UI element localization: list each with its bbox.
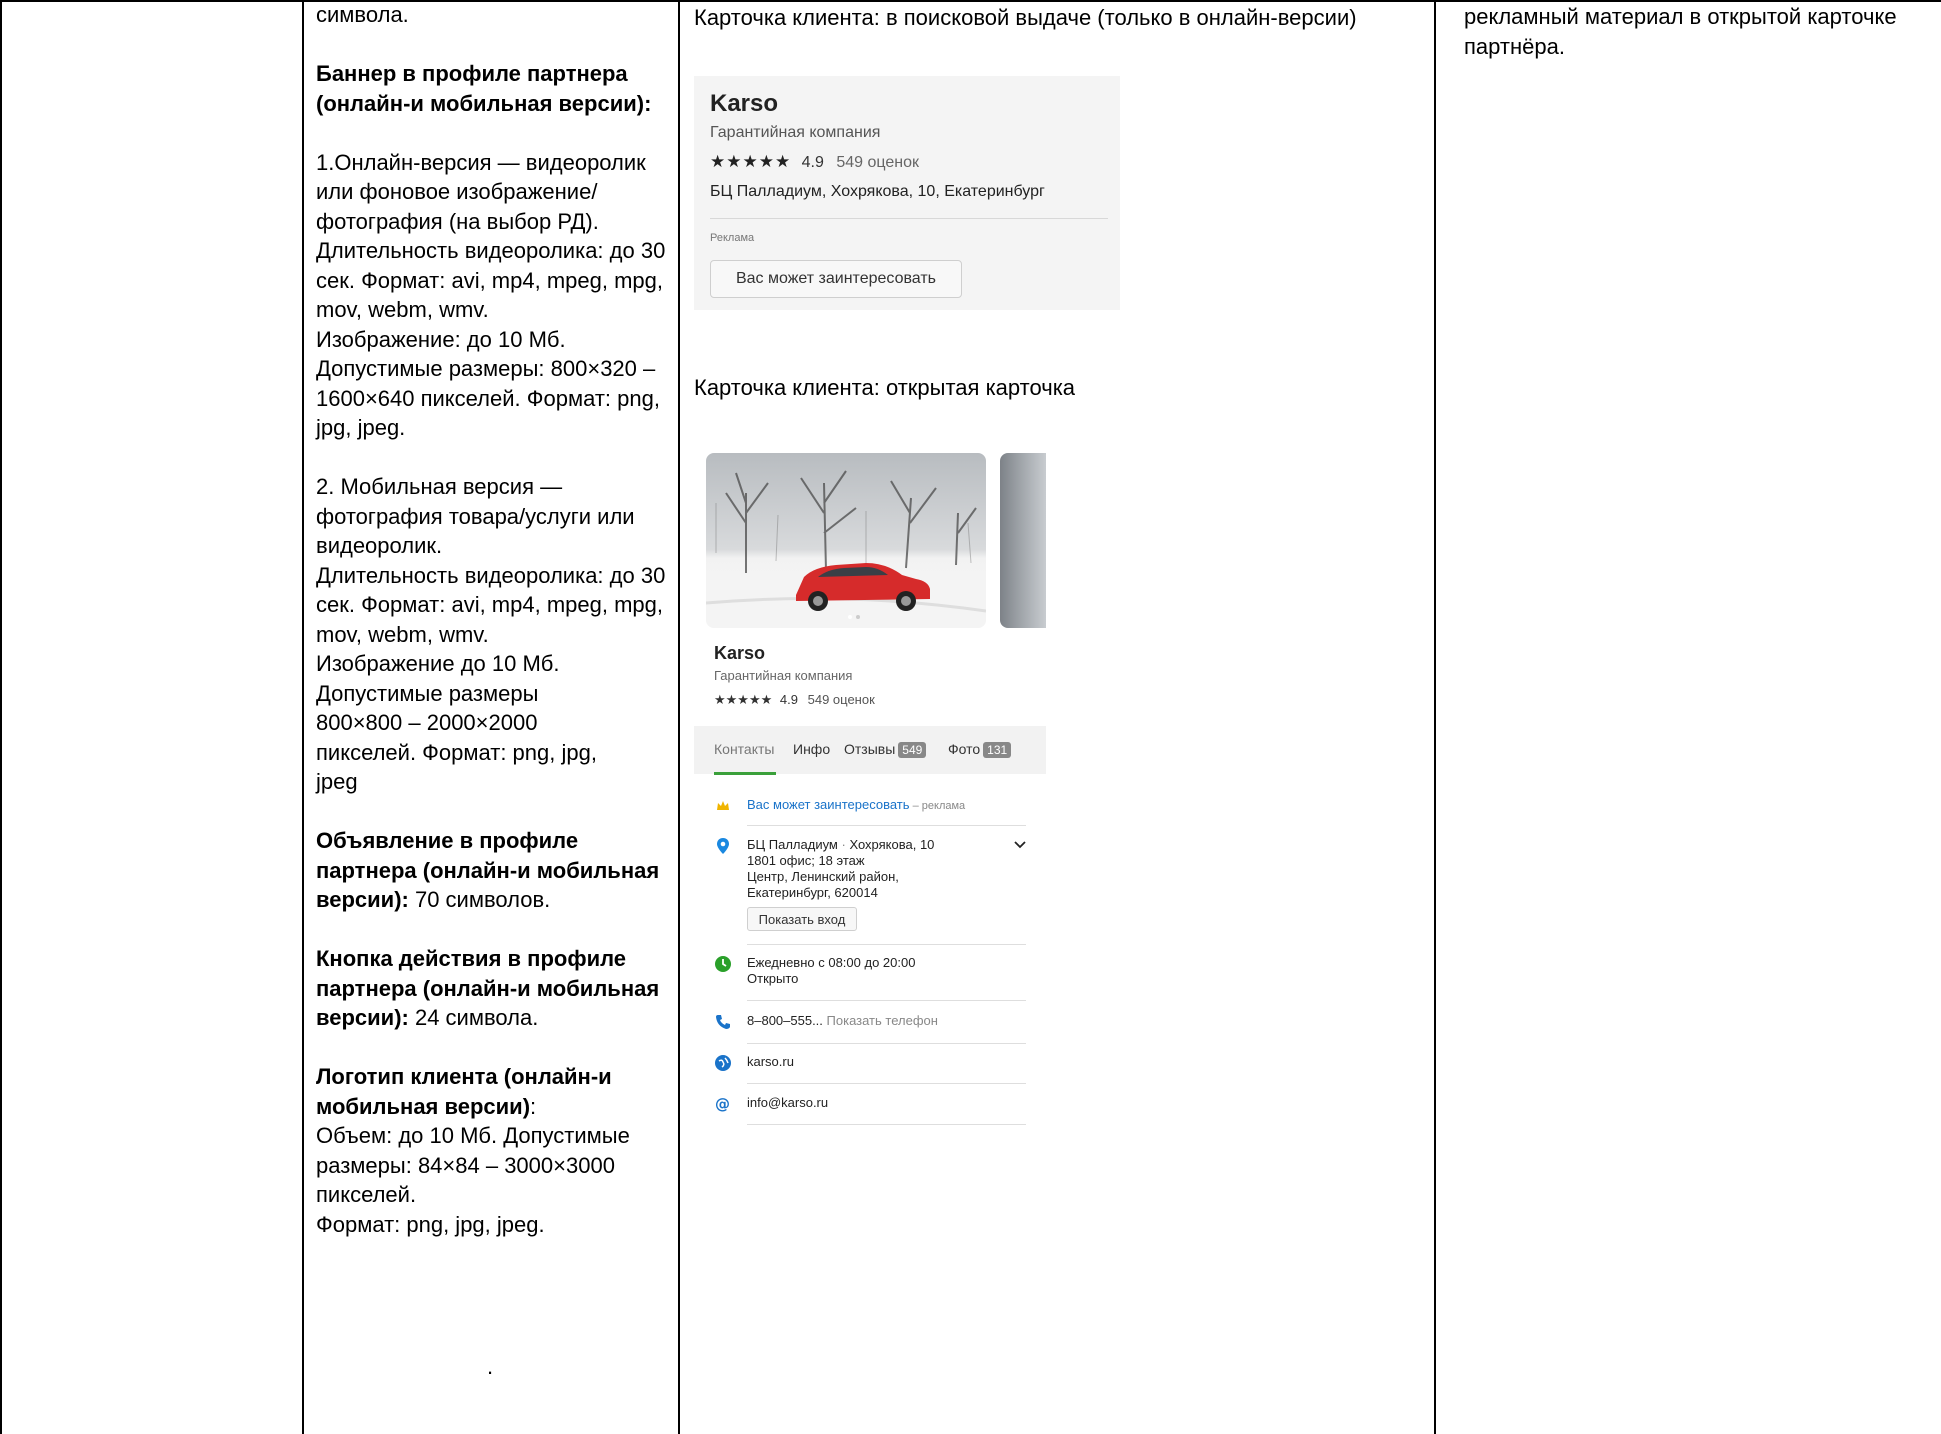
card-tabs: Контакты Инфо Отзывы 549 Фото 131	[694, 726, 1046, 774]
address-street: Хохрякова, 10	[849, 837, 935, 852]
tab-reviews-label: Отзывы	[844, 741, 896, 757]
online-video-text: Длительность видеоролика: до 30 сек. Фор…	[316, 238, 666, 322]
show-phone-link[interactable]: Показать телефон	[823, 1013, 938, 1028]
star-rating-icon: ★★★★★	[710, 152, 792, 171]
top-fragment: символа.	[316, 2, 409, 27]
interest-button[interactable]: Вас может заинтересовать	[710, 260, 962, 298]
caption-open-card: Карточка клиента: открытая карточка	[694, 375, 1076, 400]
logo-format-text: Формат: png, jpg, jpeg.	[316, 1211, 545, 1237]
reviews-count: 549 оценок	[807, 692, 875, 707]
divider	[747, 1000, 1026, 1001]
promo-row[interactable]: Вас может заинтересовать – реклама	[714, 797, 1026, 827]
caption-search-card: Карточка клиента: в поисковой выдаче (то…	[694, 5, 1357, 30]
ad-requirement: Объявление в профиле партнера (онлайн-и …	[316, 826, 672, 915]
tab-photos[interactable]: Фото 131	[948, 741, 1012, 758]
tab-contacts[interactable]: Контакты	[714, 741, 774, 757]
phone-icon	[716, 1015, 730, 1029]
rating-value: 4.9	[779, 692, 798, 707]
address-district: Центр, Ленинский район,	[747, 869, 899, 884]
address-office: 1801 офис; 18 этаж	[747, 853, 865, 868]
divider	[747, 1124, 1026, 1125]
tab-reviews[interactable]: Отзывы 549	[844, 741, 927, 758]
active-tab-indicator	[714, 772, 776, 775]
clock-icon	[715, 956, 731, 972]
reviews-badge: 549	[898, 742, 927, 758]
banner-heading: Баннер в профиле партнера (онлайн-и моби…	[316, 61, 652, 116]
reviews-count: 549 оценок	[836, 154, 920, 171]
mobile-video-text: Длительность видеоролика: до 30 сек. Фор…	[316, 562, 666, 647]
divider	[747, 1083, 1026, 1084]
button-requirement: Кнопка действия в профиле партнера (онла…	[316, 944, 672, 1033]
photos-badge: 131	[983, 742, 1012, 758]
table-border-left	[0, 0, 2, 1434]
email-row[interactable]: @ info@karso.ru	[714, 1095, 1026, 1129]
location-pin-icon	[717, 838, 729, 854]
chevron-down-icon[interactable]	[1014, 841, 1026, 849]
search-card-address: БЦ Палладиум, Хохрякова, 10, Екатеринбур…	[710, 183, 1045, 200]
divider	[747, 944, 1026, 945]
open-card-category: Гарантийная компания	[714, 668, 853, 683]
email-link[interactable]: info@karso.ru	[747, 1095, 828, 1111]
website-row[interactable]: karso.ru	[714, 1054, 1026, 1088]
table-column-divider-1	[302, 0, 304, 1434]
right-column-text: рекламный материал в открытой карточке п…	[1464, 4, 1897, 59]
at-sign-icon: @	[715, 1095, 730, 1113]
svg-text:@: @	[715, 1095, 730, 1113]
divider	[747, 825, 1026, 826]
open-status: Открыто	[747, 971, 799, 986]
rating-value: 4.9	[801, 154, 824, 171]
promo-link[interactable]: Вас может заинтересовать	[747, 797, 910, 812]
mobile-version-text: 2. Мобильная версия — фотография товара/…	[316, 474, 635, 558]
online-version-text: 1.Онлайн-версия — видеоролик или фоновое…	[316, 149, 646, 234]
logo-heading: Логотип клиента (онлайн-и мобильная верс…	[316, 1064, 612, 1119]
logo-colon: :	[530, 1093, 537, 1119]
phone-number: 8–800–555...	[747, 1013, 823, 1028]
address-city: Екатеринбург, 620014	[747, 885, 878, 900]
crown-icon	[717, 801, 729, 810]
promo-suffix: – реклама	[909, 800, 966, 812]
ad-value: 70 символов.	[408, 887, 551, 912]
open-card-rating: ★★★★★ 4.9 549 оценок	[714, 692, 875, 708]
tab-photos-label: Фото	[948, 741, 981, 757]
search-result-card: Karso Гарантийная компания ★★★★★ 4.9 549…	[694, 76, 1120, 310]
trailing-dot: .	[487, 1354, 494, 1379]
logo-requirement: Логотип клиента (онлайн-и мобильная верс…	[316, 1062, 672, 1121]
card-photo-car[interactable]	[706, 453, 986, 628]
button-value: 24 символа.	[408, 1005, 539, 1030]
logo-size-text: Объем: до 10 Мб. Допустимые размеры: 84×…	[316, 1123, 630, 1207]
star-rating-icon: ★★★★★	[714, 692, 773, 707]
table-column-divider-2	[678, 0, 680, 1434]
show-entrance-button[interactable]: Показать вход	[747, 907, 857, 931]
search-card-name: Karso	[710, 90, 779, 117]
opening-hours: Ежедневно с 08:00 до 20:00	[747, 955, 916, 970]
table-column-divider-3	[1434, 0, 1436, 1434]
tab-info[interactable]: Инфо	[793, 741, 830, 757]
address-row[interactable]: БЦ Палладиум · Хохрякова, 10 1801 офис; …	[714, 837, 1026, 945]
ad-label: Реклама	[710, 232, 755, 244]
card-photo-next[interactable]	[1000, 453, 1046, 628]
search-card-rating: ★★★★★ 4.9 549 оценок	[710, 152, 919, 172]
website-link[interactable]: karso.ru	[747, 1054, 794, 1070]
divider	[710, 218, 1108, 219]
globe-icon	[715, 1055, 731, 1071]
address-separator: ·	[837, 837, 850, 852]
snowy-car-image	[706, 470, 986, 628]
address-building: БЦ Палладиум	[747, 837, 838, 852]
requirements-column: символа. Баннер в профиле партнера (онла…	[316, 0, 672, 1239]
online-image-text: Изображение: до 10 Мб. Допустимые размер…	[316, 326, 660, 441]
mobile-image-text: Изображение до 10 Мб. Допустимые размеры…	[316, 651, 597, 794]
phone-row[interactable]: 8–800–555... Показать телефон	[714, 1013, 1026, 1047]
open-card-name: Karso	[714, 643, 766, 663]
divider	[747, 1043, 1026, 1044]
document-page: символа. Баннер в профиле партнера (онла…	[0, 0, 1941, 1434]
search-card-category: Гарантийная компания	[710, 124, 881, 141]
hours-row[interactable]: Ежедневно с 08:00 до 20:00 Открыто	[714, 955, 1026, 1003]
